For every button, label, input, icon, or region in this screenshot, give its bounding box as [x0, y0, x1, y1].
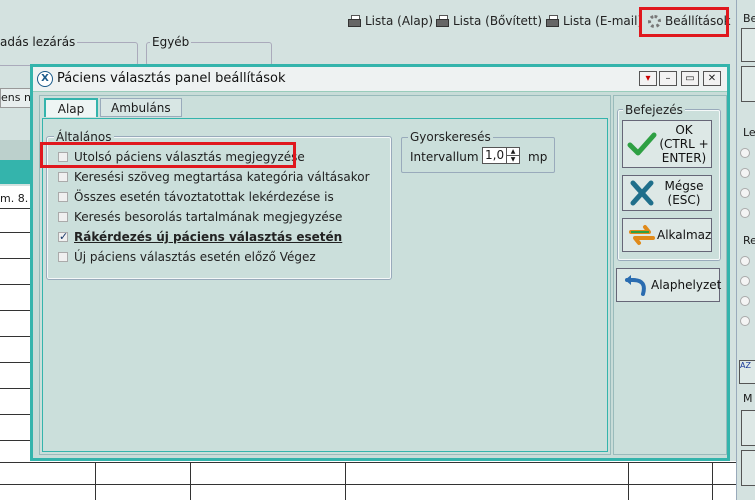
bg-fragment-button[interactable]: ens ne — [0, 88, 32, 108]
ok-label: OK (CTRL + ENTER) — [659, 123, 709, 165]
pin-icon[interactable]: ▾ — [639, 71, 657, 86]
list-email-link[interactable]: Lista (E-mail) — [546, 12, 642, 30]
undo-arrow-icon — [621, 272, 651, 298]
maximize-button[interactable]: ▭ — [681, 71, 699, 86]
ok-button[interactable]: OK (CTRL + ENTER) — [622, 120, 712, 168]
dialog-titlebar[interactable]: X Páciens választás panel beállítások ▾ … — [33, 67, 727, 92]
bg-group-other-title: Egyéb — [150, 35, 192, 49]
checkbox[interactable] — [58, 172, 68, 182]
option-keep-search-text[interactable]: Keresési szöveg megtartása kategória vál… — [58, 168, 370, 186]
apply-label: Alkalmaz — [657, 228, 712, 242]
list-extended-link[interactable]: Lista (Bővített) — [436, 12, 542, 30]
interval-spinbox[interactable]: 1,0 ▲ ▼ — [482, 147, 520, 164]
interval-label: Intervallum — [410, 150, 479, 164]
tab-content: Általános Utolsó páciens választás megje… — [42, 118, 608, 452]
sort-az-icon[interactable]: AZ — [739, 360, 755, 384]
cancel-button[interactable]: Mégse (ESC) — [622, 175, 712, 211]
reset-label: Alaphelyzet — [651, 278, 722, 292]
bg-radio[interactable] — [740, 148, 750, 158]
checkbox[interactable] — [58, 212, 68, 222]
bg-radio[interactable] — [740, 316, 750, 326]
dialog-title: Páciens választás panel beállítások — [57, 71, 286, 86]
bg-right-panel: Be Le Re AZ M — [736, 0, 755, 500]
tab-ambulans[interactable]: Ambuláns — [100, 98, 182, 117]
bg-right-button[interactable] — [741, 28, 755, 62]
bg-cell-text: m. 8. — [0, 192, 29, 205]
app-logo-icon: X — [37, 71, 53, 87]
minimize-button[interactable]: – — [659, 71, 677, 86]
bg-bottom-table — [0, 461, 736, 500]
quicksearch-legend: Gyorskeresés — [408, 130, 493, 144]
printer-icon — [348, 15, 361, 27]
apply-arrows-icon — [627, 222, 657, 248]
bg-selected-row — [0, 160, 30, 184]
bg-right-button-3[interactable] — [741, 410, 755, 446]
bg-radio[interactable] — [740, 208, 750, 218]
cancel-x-icon — [627, 180, 657, 206]
settings-highlight — [639, 7, 729, 37]
spin-down-icon[interactable]: ▼ — [507, 156, 519, 163]
interval-unit: mp — [528, 150, 548, 164]
bg-group-closing-title: adás lezárás — [0, 35, 78, 49]
finish-legend: Befejezés — [623, 103, 685, 117]
list-basic-link[interactable]: Lista (Alap) — [348, 12, 433, 30]
tab-alap[interactable]: Alap — [44, 98, 98, 117]
quicksearch-group: Gyorskeresés Intervallum 1,0 ▲ ▼ mp — [401, 130, 555, 173]
option-remember-classification[interactable]: Keresés besorolás tartalmának megjegyzés… — [58, 208, 342, 226]
reset-button[interactable]: Alaphelyzet — [616, 268, 722, 302]
option-highlight — [40, 142, 296, 168]
bg-radio[interactable] — [740, 168, 750, 178]
bg-radio[interactable] — [740, 188, 750, 198]
bg-radio[interactable] — [740, 256, 750, 266]
apply-button[interactable]: Alkalmaz — [622, 218, 712, 252]
bg-radio[interactable] — [740, 276, 750, 286]
close-button[interactable]: ✕ — [703, 71, 721, 86]
option-previous-finish[interactable]: Új páciens választás esetén előző Végez — [58, 248, 316, 266]
printer-icon — [546, 15, 559, 27]
bg-table-area — [0, 186, 30, 462]
cancel-label: Mégse (ESC) — [664, 179, 704, 207]
bg-radio[interactable] — [740, 296, 750, 306]
option-confirm-new-patient[interactable]: ✓ Rákérdezés új páciens választás esetén — [58, 228, 342, 246]
bg-right-button-4[interactable] — [741, 450, 755, 486]
bg-right-button-2[interactable] — [741, 66, 755, 102]
bg-header-strip — [0, 140, 30, 160]
finish-pane: Befejezés OK (CTRL + ENTER) Mégse (ESC) … — [613, 95, 727, 455]
settings-dialog: X Páciens választás panel beállítások ▾ … — [30, 64, 730, 461]
option-query-discharged[interactable]: Összes esetén távoztatottak lekérdezése … — [58, 188, 334, 206]
checkbox-checked[interactable]: ✓ — [58, 231, 68, 242]
checkbox[interactable] — [58, 252, 68, 262]
spin-up-icon[interactable]: ▲ — [507, 148, 519, 156]
checkbox[interactable] — [58, 192, 68, 202]
printer-icon — [436, 15, 449, 27]
checkmark-icon — [627, 131, 657, 157]
